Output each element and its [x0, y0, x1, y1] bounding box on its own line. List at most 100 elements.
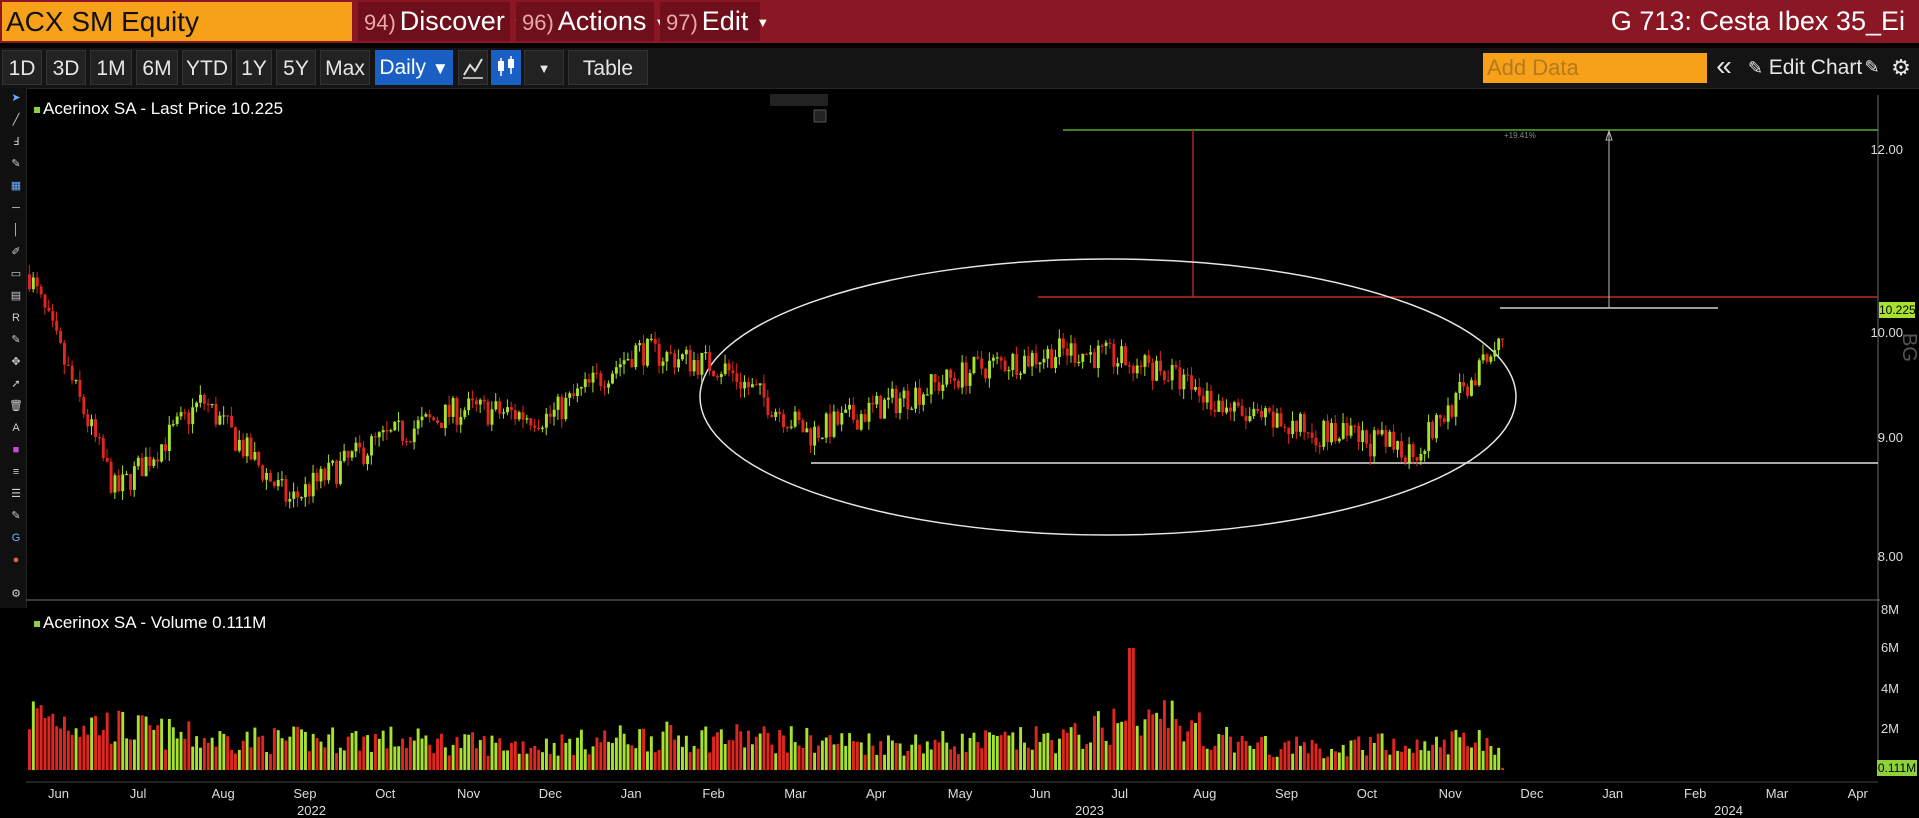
volume-bar — [171, 727, 175, 770]
candle — [82, 396, 86, 415]
candle — [1042, 358, 1046, 363]
volume-bar — [1481, 750, 1485, 770]
candle — [1438, 415, 1442, 419]
candle — [420, 416, 424, 421]
candle — [513, 410, 517, 420]
candle — [1415, 457, 1419, 461]
volume-bar — [960, 733, 964, 770]
candle — [1100, 345, 1104, 347]
candle — [622, 360, 626, 365]
candle — [708, 352, 712, 371]
volume-bar — [1485, 737, 1489, 770]
volume-bar — [144, 716, 148, 770]
volume-bar — [817, 745, 820, 770]
candle — [521, 412, 525, 420]
candle — [296, 491, 300, 498]
volume-bar — [381, 730, 385, 770]
candle — [1462, 381, 1466, 387]
volume-bar — [1248, 745, 1252, 770]
candle — [1435, 415, 1438, 439]
volume-bar — [319, 741, 323, 770]
candle — [1361, 430, 1365, 443]
candle — [1077, 361, 1081, 364]
volume-bar — [649, 736, 653, 770]
mini-widget-icon[interactable] — [813, 109, 827, 123]
volume-bar — [953, 746, 956, 770]
candle — [1485, 354, 1489, 362]
candle — [1365, 430, 1368, 444]
volume-bar — [222, 733, 226, 770]
volume-bar — [307, 751, 311, 770]
volume-bar — [132, 739, 136, 770]
candle — [677, 359, 681, 368]
volume-bar — [1229, 736, 1232, 770]
candle — [743, 381, 747, 389]
volume-bar — [754, 736, 758, 770]
volume-bar — [1135, 725, 1139, 770]
x-tick-year: 2022 — [297, 803, 326, 818]
candle — [1337, 438, 1341, 442]
price-volume-chart[interactable]: +19.41% — [0, 0, 1919, 817]
candle — [51, 310, 55, 321]
candle — [1162, 371, 1166, 381]
volume-bar — [490, 735, 494, 770]
volume-bar — [1019, 727, 1023, 770]
volume-bar — [844, 745, 848, 770]
volume-bar — [762, 726, 766, 770]
candle — [1065, 348, 1069, 356]
volume-bar — [859, 742, 863, 770]
candle — [1481, 354, 1485, 361]
volume-bar — [1400, 751, 1403, 770]
candle — [836, 411, 840, 425]
volume-bar — [47, 716, 51, 770]
volume-bar — [405, 748, 408, 770]
volume-bar — [774, 753, 778, 770]
volume-bar — [389, 726, 393, 770]
series-marker — [34, 106, 40, 113]
volume-bar — [824, 737, 828, 770]
volume-bar — [995, 736, 999, 770]
candle — [556, 396, 560, 410]
candle — [245, 437, 249, 457]
candle — [937, 382, 941, 391]
candle — [167, 424, 171, 451]
candle — [502, 412, 506, 414]
candle — [1306, 432, 1310, 434]
candle — [1030, 352, 1034, 367]
volume-bar — [863, 754, 867, 770]
candle — [408, 441, 412, 443]
volume-bar — [55, 726, 59, 770]
volume-bar — [408, 737, 412, 770]
volume-bar — [1116, 723, 1120, 770]
candle — [560, 396, 564, 420]
volume-bar — [175, 738, 179, 770]
volume-bar — [813, 752, 817, 770]
candle — [303, 484, 307, 498]
volume-bar — [945, 742, 949, 770]
candle — [1069, 343, 1073, 356]
volume-bar — [482, 736, 486, 770]
mini-toolbar[interactable] — [770, 94, 828, 106]
volume-bar — [436, 738, 440, 770]
candle — [280, 479, 284, 481]
candle — [1209, 390, 1213, 410]
volume-bar — [646, 751, 649, 770]
volume-bar — [183, 738, 187, 770]
volume-bar — [148, 725, 152, 770]
volume-bar — [1104, 740, 1108, 770]
candle — [1396, 441, 1400, 450]
candle — [1092, 352, 1096, 368]
candle — [272, 481, 276, 487]
range-ellipse[interactable] — [699, 258, 1517, 536]
candle — [630, 359, 634, 368]
volume-bar — [125, 738, 129, 770]
volume-bar — [1058, 738, 1061, 770]
volume-bar — [1151, 714, 1155, 770]
volume-bar — [1477, 730, 1481, 770]
candle — [474, 400, 478, 405]
volume-bar — [1435, 736, 1438, 770]
candle — [789, 426, 793, 428]
candle — [327, 462, 331, 481]
candle — [1155, 360, 1159, 381]
last-price-label: 10.225 — [1879, 302, 1916, 318]
